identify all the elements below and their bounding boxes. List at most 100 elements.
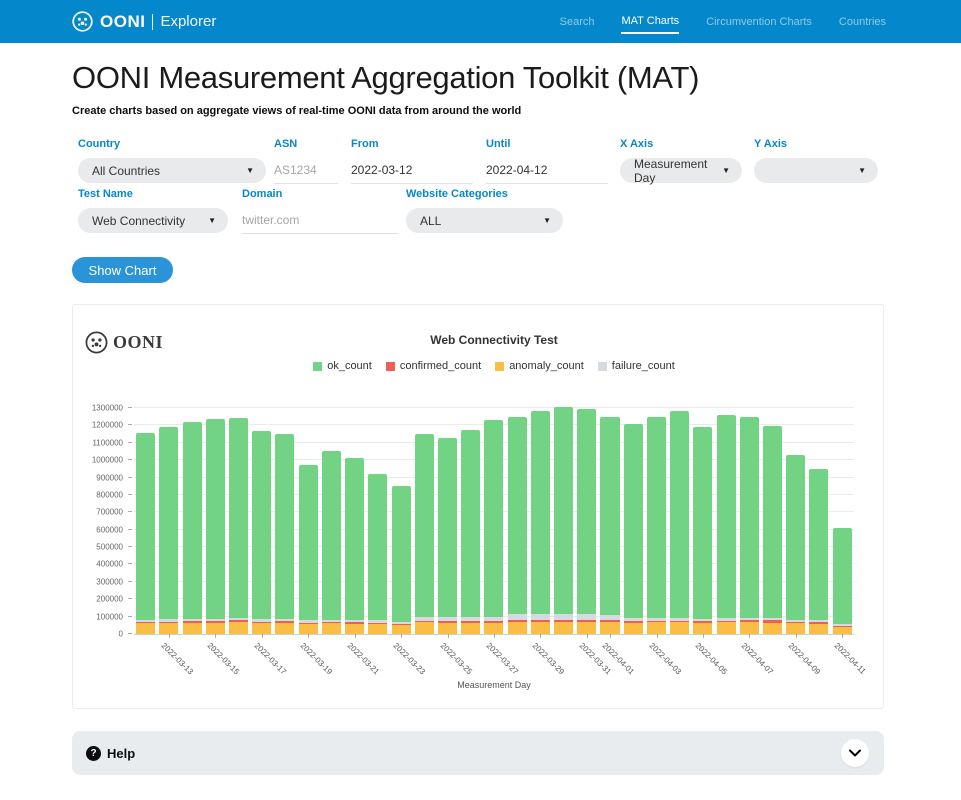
y-axis-tick-label: 1100000	[92, 438, 123, 447]
test-name-select[interactable]: Web Connectivity ▼	[78, 208, 228, 233]
chart-plot-area: Measurement Day 010000020000030000040000…	[134, 409, 854, 635]
x-axis-tick-label: 2022-03-17	[252, 641, 287, 676]
chart-bar-2022-03-22[interactable]	[366, 409, 389, 634]
chart-bar-2022-03-13[interactable]	[157, 409, 180, 634]
chart-bar-2022-04-05[interactable]	[691, 409, 714, 634]
brand-explorer: Explorer	[160, 13, 216, 30]
nav-link-circumvention-charts[interactable]: Circumvention Charts	[706, 10, 812, 33]
nav-link-mat-charts[interactable]: MAT Charts	[621, 9, 679, 34]
bar-segment-anomaly_count	[554, 622, 573, 634]
chart-ooni-logo: OONI	[85, 331, 163, 354]
chart-bar-2022-03-19[interactable]	[297, 409, 320, 634]
y-axis-label: Y Axis	[754, 138, 878, 150]
x-axis-select-value: Measurement Day	[634, 157, 714, 185]
website-categories-select[interactable]: ALL ▼	[406, 208, 563, 233]
x-axis-tick-label: 2022-03-25	[438, 641, 473, 676]
bar-segment-ok_count	[484, 420, 503, 616]
website-categories-select-value: ALL	[420, 214, 441, 228]
chart-bar-2022-03-15[interactable]	[204, 409, 227, 634]
chart-bar-2022-03-17[interactable]	[250, 409, 273, 634]
bar-segment-ok_count	[554, 407, 573, 613]
y-axis-tick	[128, 529, 132, 530]
chart-bar-2022-03-31[interactable]	[575, 409, 598, 634]
y-axis-tick	[128, 546, 132, 547]
bar-segment-ok_count	[392, 486, 411, 622]
website-categories-label: Website Categories	[406, 188, 563, 200]
bar-segment-ok_count	[275, 434, 294, 619]
bar-segment-ok_count	[600, 417, 619, 616]
bar-segment-anomaly_count	[763, 623, 782, 634]
y-axis-tick-label: 1000000	[92, 456, 123, 465]
chart-bar-2022-03-23[interactable]	[389, 409, 412, 634]
country-select[interactable]: All Countries ▼	[78, 158, 266, 183]
chart-bar-2022-03-29[interactable]	[529, 409, 552, 634]
from-date-input[interactable]	[351, 158, 473, 184]
y-axis-select[interactable]: ▼	[754, 158, 878, 183]
until-date-input[interactable]	[486, 158, 608, 184]
chart-bar-2022-03-28[interactable]	[506, 409, 529, 634]
bar-segment-anomaly_count	[159, 623, 178, 634]
bar-stack	[438, 438, 457, 634]
chart-bar-2022-03-21[interactable]	[343, 409, 366, 634]
x-axis-select[interactable]: Measurement Day ▼	[620, 158, 742, 183]
bar-segment-ok_count	[461, 430, 480, 617]
chevron-down-icon: ▼	[543, 216, 551, 225]
chart-bar-2022-03-26[interactable]	[459, 409, 482, 634]
y-axis-tick	[128, 459, 132, 460]
bar-segment-anomaly_count	[275, 623, 294, 634]
domain-label: Domain	[242, 188, 398, 200]
x-axis-label: X Axis	[620, 138, 742, 150]
ooni-logo-icon	[72, 11, 93, 32]
y-axis-tick	[128, 407, 132, 408]
chart-bar-2022-03-24[interactable]	[413, 409, 436, 634]
bar-segment-ok_count	[809, 469, 828, 620]
nav-link-search[interactable]: Search	[560, 10, 595, 33]
help-section[interactable]: ? Help	[72, 731, 884, 775]
y-axis-tick	[128, 424, 132, 425]
help-label: Help	[107, 746, 135, 761]
chart-bar-2022-04-01[interactable]	[598, 409, 621, 634]
bar-segment-ok_count	[740, 417, 759, 618]
brand[interactable]: OONI Explorer	[72, 11, 216, 32]
y-axis-tick	[128, 494, 132, 495]
chart-bar-2022-03-25[interactable]	[436, 409, 459, 634]
bar-segment-ok_count	[299, 465, 318, 621]
bar-segment-ok_count	[438, 438, 457, 618]
chart-bar-2022-04-08[interactable]	[761, 409, 784, 634]
chart-bar-2022-03-27[interactable]	[482, 409, 505, 634]
chart-bar-2022-04-03[interactable]	[645, 409, 668, 634]
y-axis-tick-label: 100000	[96, 612, 123, 621]
bar-stack	[368, 474, 387, 634]
chart-bar-2022-03-20[interactable]	[320, 409, 343, 634]
chevron-down-icon: ▼	[722, 166, 730, 175]
help-expand-button[interactable]	[841, 739, 869, 767]
bar-stack	[717, 415, 736, 634]
bar-segment-anomaly_count	[206, 623, 225, 634]
chart-bar-2022-03-18[interactable]	[273, 409, 296, 634]
chart-bar-2022-04-10[interactable]	[807, 409, 830, 634]
until-label: Until	[486, 138, 608, 150]
x-axis-tick	[494, 634, 495, 638]
show-chart-button[interactable]: Show Chart	[72, 257, 173, 283]
chart-bar-2022-04-11[interactable]	[831, 409, 854, 634]
bar-stack	[484, 420, 503, 634]
x-axis-tick	[540, 634, 541, 638]
chart-bar-2022-04-07[interactable]	[738, 409, 761, 634]
chart-bar-2022-04-09[interactable]	[784, 409, 807, 634]
chevron-down-icon: ▼	[246, 166, 254, 175]
chart-bar-2022-04-06[interactable]	[714, 409, 737, 634]
chart-bar-2022-04-04[interactable]	[668, 409, 691, 634]
chart-bar-2022-03-30[interactable]	[552, 409, 575, 634]
legend-label: failure_count	[612, 360, 675, 372]
chart-bar-2022-03-12[interactable]	[134, 409, 157, 634]
nav-link-countries[interactable]: Countries	[839, 10, 886, 33]
asn-input[interactable]	[274, 158, 338, 184]
domain-input[interactable]	[242, 208, 398, 234]
chevron-down-icon	[849, 749, 861, 757]
chart-bar-2022-04-02[interactable]	[622, 409, 645, 634]
bar-segment-ok_count	[717, 415, 736, 618]
bar-stack	[159, 427, 178, 634]
chart-bar-2022-03-14[interactable]	[180, 409, 203, 634]
chart-bar-2022-03-16[interactable]	[227, 409, 250, 634]
legend-swatch-anomaly_count	[495, 362, 504, 371]
